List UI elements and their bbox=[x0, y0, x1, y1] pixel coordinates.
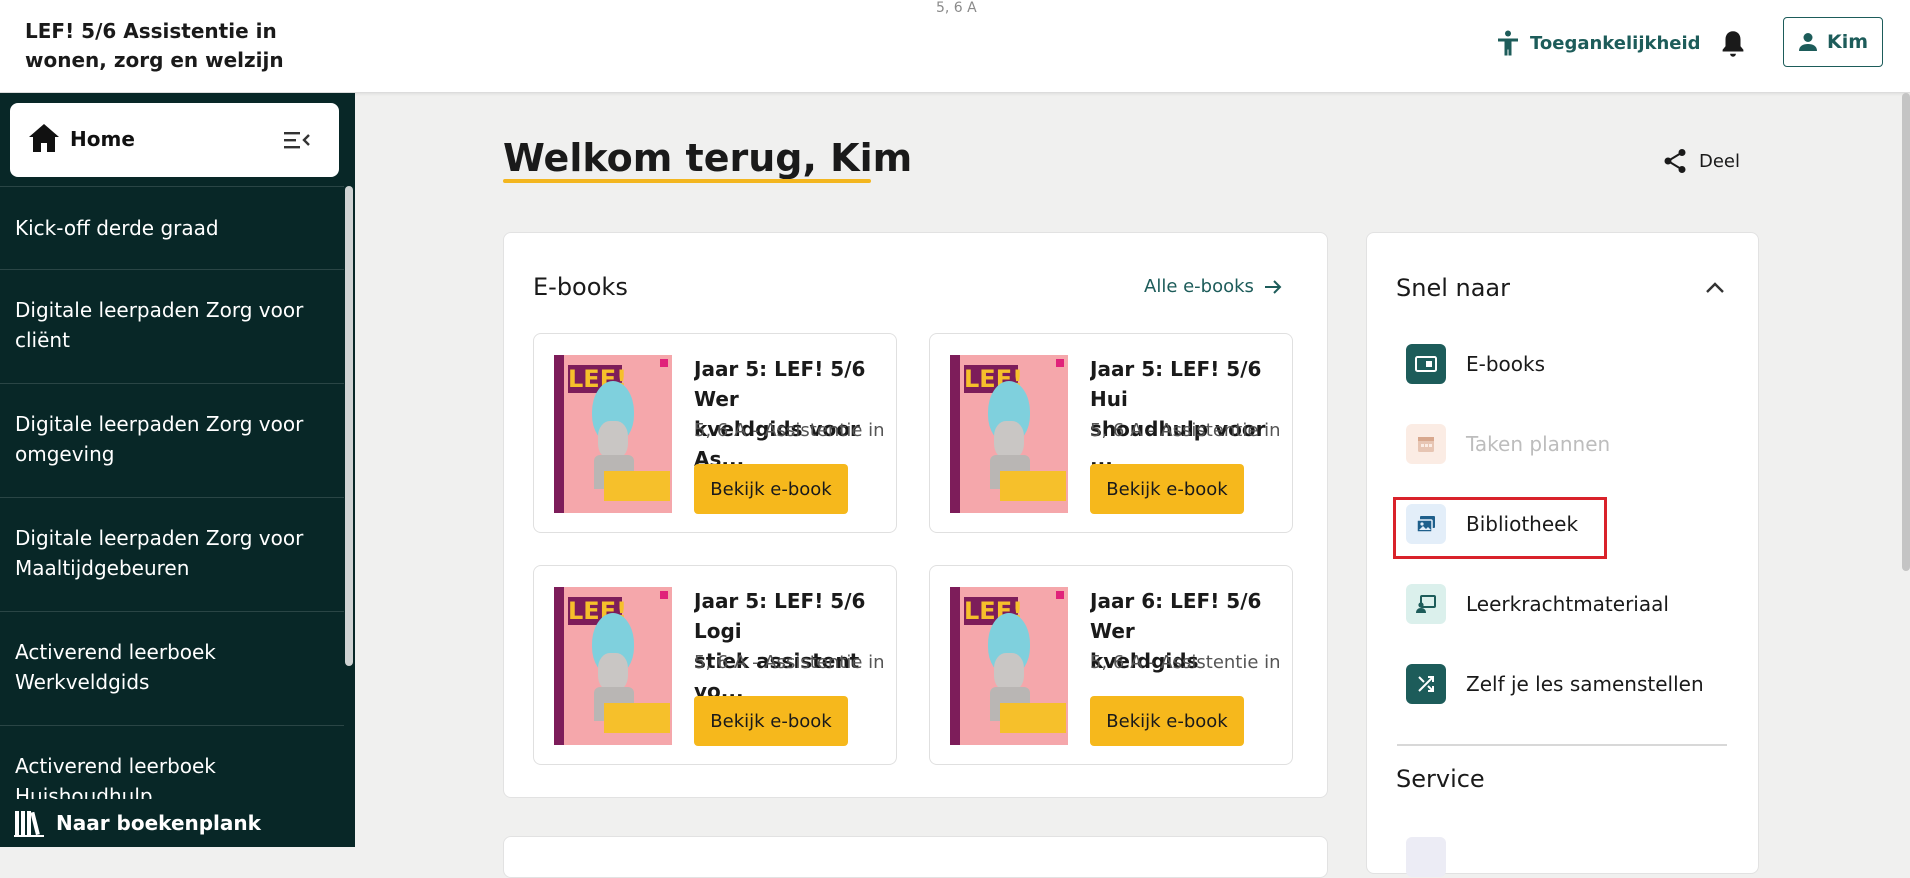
quick-link-label: Taken plannen bbox=[1466, 432, 1611, 456]
ebook-title: Jaar 5: LEF! 5/6 Wer kveldgids voor As..… bbox=[694, 357, 866, 471]
service-item-icon bbox=[1406, 837, 1446, 877]
sidebar-scrollbar[interactable] bbox=[345, 186, 353, 666]
ebook-item[interactable]: LEF! Jaar 5: LEF! 5/6 Logi stiek assiste… bbox=[533, 565, 897, 765]
arrow-right-icon bbox=[1264, 279, 1282, 294]
sidebar-item-label: Digitale leerpaden Zorg voor cliënt bbox=[15, 298, 304, 352]
sidebar-item-werkveldgids[interactable]: Activerend leerboek Werkveldgids bbox=[0, 611, 344, 725]
sidebar-item-leerpaden-maaltijd[interactable]: Digitale leerpaden Zorg voor Maaltijdgeb… bbox=[0, 497, 344, 611]
ebook-item[interactable]: LEF! Jaar 6: LEF! 5/6 Wer kveldgids 5, 6… bbox=[929, 565, 1293, 765]
quick-link-les-samenstellen[interactable]: Zelf je les samenstellen bbox=[1406, 664, 1704, 704]
quick-link-leerkrachtmateriaal[interactable]: Leerkrachtmateriaal bbox=[1406, 584, 1669, 624]
sidebar-item-label: Activerend leerboek Werkveldgids bbox=[15, 640, 216, 694]
app-title: LEF! 5/6 Assistentie in wonen, zorg en w… bbox=[25, 19, 284, 72]
quick-link-ebooks[interactable]: E-books bbox=[1406, 344, 1545, 384]
quick-links-title: Snel naar bbox=[1396, 274, 1510, 302]
to-bookshelf-button[interactable]: Naar boekenplank bbox=[0, 799, 355, 847]
ebook-item[interactable]: LEF! Jaar 5: LEF! 5/6 Hui shoudhulp voor… bbox=[929, 333, 1293, 533]
quick-link-taken-plannen: Taken plannen bbox=[1406, 424, 1610, 464]
ebook-subtitle: 5, 6 A - Assistentie in... bbox=[694, 420, 884, 441]
all-ebooks-label: Alle e-books bbox=[1144, 276, 1254, 297]
chevron-up-icon[interactable] bbox=[1705, 280, 1725, 294]
view-ebook-button[interactable]: Bekijk e-book bbox=[1090, 464, 1244, 514]
collapse-menu-icon[interactable] bbox=[284, 130, 310, 150]
quick-link-label: Zelf je les samenstellen bbox=[1466, 672, 1704, 696]
ebook-subtitle: 5, 6 A - Assistentie in... bbox=[1090, 652, 1280, 673]
ebook-cover[interactable]: LEF! bbox=[554, 587, 672, 745]
top-bar: LEF! 5/6 Assistentie in wonen, zorg en w… bbox=[0, 0, 1910, 93]
share-icon bbox=[1664, 149, 1686, 173]
sidebar-item-leerpaden-omgeving[interactable]: Digitale leerpaden Zorg voor omgeving bbox=[0, 383, 344, 497]
bookshelf-icon bbox=[14, 811, 44, 837]
title-underline bbox=[503, 179, 871, 183]
ebooks-title: E-books bbox=[533, 273, 628, 301]
ebook-cover[interactable]: LEF! bbox=[950, 587, 1068, 745]
sidebar-item-leerpaden-client[interactable]: Digitale leerpaden Zorg voor cliënt bbox=[0, 269, 344, 383]
divider bbox=[1397, 744, 1727, 746]
book-icon bbox=[1406, 344, 1446, 384]
sidebar-item-kick-off[interactable]: Kick-off derde graad bbox=[0, 186, 344, 269]
view-ebook-button[interactable]: Bekijk e-book bbox=[694, 696, 848, 746]
quick-link-label: Leerkrachtmateriaal bbox=[1466, 592, 1669, 616]
view-ebook-button[interactable]: Bekijk e-book bbox=[1090, 696, 1244, 746]
ebook-cover[interactable]: LEF! bbox=[554, 355, 672, 513]
view-ebook-button[interactable]: Bekijk e-book bbox=[694, 464, 848, 514]
quick-link-label: E-books bbox=[1466, 352, 1546, 376]
teacher-icon bbox=[1406, 584, 1446, 624]
ebook-title: Jaar 5: LEF! 5/6 Logi stiek assistent vo… bbox=[694, 589, 866, 703]
user-name: Kim bbox=[1826, 31, 1869, 53]
accessibility-button[interactable]: Toegankelijkheid bbox=[1496, 30, 1701, 56]
ebook-subtitle: 5, 6 A - Assistentie in... bbox=[694, 652, 884, 673]
home-label: Home bbox=[70, 127, 135, 151]
accessibility-label: Toegankelijkheid bbox=[1530, 32, 1701, 54]
sidebar-item-label: Kick-off derde graad bbox=[15, 216, 219, 240]
calendar-icon bbox=[1406, 424, 1446, 464]
share-label: Deel bbox=[1699, 150, 1741, 172]
service-title: Service bbox=[1396, 765, 1485, 793]
all-ebooks-link[interactable]: Alle e-books bbox=[1144, 276, 1282, 297]
accessibility-icon bbox=[1498, 30, 1518, 56]
page-title: Welkom terug, Kim bbox=[503, 136, 913, 180]
user-icon bbox=[1798, 33, 1817, 51]
page-scrollbar[interactable] bbox=[1902, 93, 1910, 571]
next-card bbox=[503, 836, 1328, 878]
ebook-title: Jaar 5: LEF! 5/6 Hui shoudhulp voor ... bbox=[1090, 357, 1266, 471]
notifications-bell-icon[interactable] bbox=[1719, 29, 1747, 59]
shuffle-icon bbox=[1406, 664, 1446, 704]
class-label: 5, 6 A bbox=[936, 0, 977, 16]
sidebar-item-label: Digitale leerpaden Zorg voor omgeving bbox=[15, 412, 304, 466]
sidebar-item-label: Digitale leerpaden Zorg voor Maaltijdgeb… bbox=[15, 526, 304, 580]
quick-links-card: Snel naar E-books Taken plannen Biblioth… bbox=[1366, 232, 1759, 877]
sidebar-home[interactable]: Home bbox=[10, 103, 339, 177]
highlight-box bbox=[1393, 497, 1607, 559]
sidebar-nav: Kick-off derde graad Digitale leerpaden … bbox=[0, 186, 344, 839]
ebook-cover[interactable]: LEF! bbox=[950, 355, 1068, 513]
ebook-item[interactable]: LEF! Jaar 5: LEF! 5/6 Wer kveldgids voor… bbox=[533, 333, 897, 533]
user-menu-button[interactable]: Kim bbox=[1783, 17, 1883, 67]
to-bookshelf-label: Naar boekenplank bbox=[56, 811, 261, 835]
share-button[interactable]: Deel bbox=[1663, 148, 1740, 174]
sidebar: Home Kick-off derde graad Digitale leerp… bbox=[0, 93, 355, 847]
home-icon bbox=[29, 124, 59, 152]
ebooks-card: E-books Alle e-books LEF! Jaar 5: LEF! 5… bbox=[503, 232, 1328, 798]
ebook-subtitle: 5, 6 A - Assistentie in... bbox=[1090, 420, 1280, 441]
